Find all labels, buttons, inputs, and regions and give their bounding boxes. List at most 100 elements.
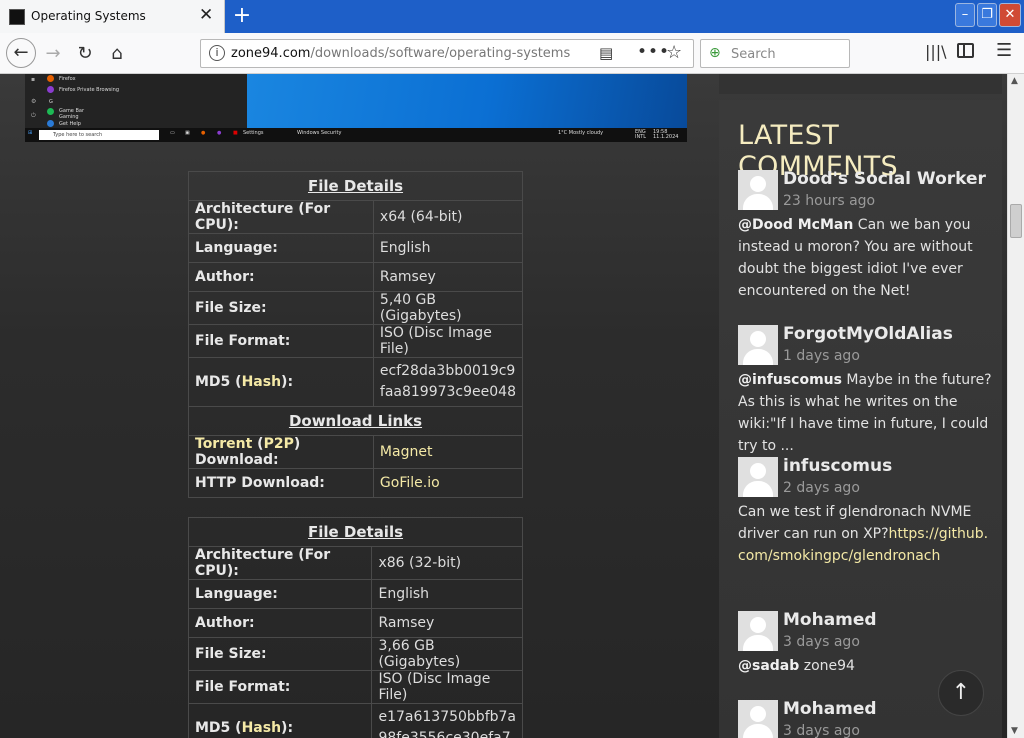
bookmark-star-icon[interactable]: ☆ (666, 42, 682, 63)
shot-explorer-icon: ▣ (185, 130, 190, 136)
torrent-label-text: ( (252, 436, 264, 452)
table-row: File Size: 5,40 GB (Gigabytes) (188, 291, 524, 325)
shot-menu-item: Firefox Private Browsing (59, 87, 120, 93)
shot-security-app: Windows Security (297, 130, 342, 136)
table-row: Language: English (187, 579, 523, 609)
comment-author[interactable]: ForgotMyOldAlias (783, 324, 953, 344)
shot-menu-item: G (49, 99, 53, 105)
scrollbar-thumb[interactable] (1010, 204, 1022, 238)
window-minimize-button[interactable]: – (955, 3, 975, 27)
magnet-link[interactable]: Magnet (380, 444, 433, 460)
scroll-up-arrow-icon[interactable]: ▲ (1011, 76, 1018, 86)
md5-label-text: ): (281, 373, 294, 390)
shot-menu-item: Firefox (59, 76, 76, 82)
window-restore-button[interactable]: ❐ (977, 3, 997, 27)
new-tab-icon[interactable]: + (229, 2, 255, 30)
scroll-down-arrow-icon[interactable]: ▼ (1011, 726, 1018, 736)
row-label: Language: (187, 579, 373, 609)
row-label: Architecture (For CPU): (187, 546, 373, 580)
comment-author[interactable]: infuscomus (783, 456, 892, 476)
sidebar-toggle-icon[interactable] (957, 43, 974, 58)
comment-author[interactable]: Mohamed (783, 610, 877, 630)
md5-label-text: ): (281, 719, 294, 736)
file-details-header: File Details (188, 171, 523, 201)
search-icon: ⊕ (709, 45, 721, 61)
shot-clock: 19:58 11.1.2024 (653, 129, 679, 140)
torrent-label: Torrent (P2P) Download: (188, 435, 374, 469)
row-label: File Size: (187, 637, 373, 671)
row-value: Ramsey (372, 262, 524, 292)
back-arrow-icon[interactable]: ← (6, 38, 36, 68)
comment-author[interactable]: Dood's Social Worker (783, 169, 986, 189)
tab-close-icon[interactable]: ✕ (199, 5, 213, 25)
shot-firefox-icon (47, 75, 54, 82)
page-scrollbar[interactable]: ▲ ▼ (1007, 74, 1024, 738)
table-row: Author: Ramsey (187, 608, 523, 638)
url-domain: zone94.com (231, 46, 311, 61)
gofile-link[interactable]: GoFile.io (380, 475, 440, 491)
row-label: Language: (188, 233, 374, 263)
row-label: File Format: (188, 324, 374, 358)
row-value: Ramsey (371, 608, 523, 638)
address-bar[interactable]: i zone94.com/downloads/software/operatin… (200, 39, 694, 68)
md5-value-line: ecf28da3bb0019c9 (379, 363, 516, 379)
home-icon[interactable]: ⌂ (104, 41, 130, 67)
comment-body[interactable]: Can we test if glendronach NVME driver c… (738, 501, 993, 567)
row-value: x64 (64-bit) (372, 200, 524, 234)
shot-menu-item: Get Help (59, 121, 81, 127)
shot-taskbar-search: Type here to search (39, 130, 159, 140)
md5-value: e17a613750bbfb7a 98fe3556ce30efa7 (371, 703, 523, 738)
shot-taskbar: ⊞ Type here to search ▭ ▣ ● ● ■ Settings… (25, 128, 687, 142)
tab-title: Operating Systems (31, 9, 146, 23)
tab-bar: Operating Systems ✕ + – ❐ ✕ (0, 0, 1024, 33)
sidebar-top-strip (719, 74, 1002, 94)
table-row: File Size: 3,66 GB (Gigabytes) (187, 637, 523, 671)
shot-side-icon: ▪ (31, 76, 36, 83)
avatar (738, 457, 778, 497)
row-value: x86 (32-bit) (371, 546, 523, 580)
shot-weather: 1°C Mostly cloudy (558, 130, 604, 136)
md5-label-highlight: Hash (241, 719, 282, 736)
comment-author[interactable]: Mohamed (783, 699, 877, 719)
browser-tab[interactable]: Operating Systems ✕ (0, 0, 225, 33)
site-info-icon[interactable]: i (209, 45, 225, 61)
http-download-label: HTTP Download: (188, 468, 374, 498)
row-label: Architecture (For CPU): (188, 200, 374, 234)
comment-time: 23 hours ago (783, 193, 876, 209)
window-close-button[interactable]: ✕ (999, 3, 1021, 27)
hamburger-menu-icon[interactable]: ☰ (996, 40, 1012, 61)
table-row: HTTP Download: GoFile.io (188, 468, 524, 498)
search-input[interactable]: Search (731, 47, 776, 62)
comment-body[interactable]: @infuscomus Maybe in the future? As this… (738, 369, 993, 457)
table-row: File Format: ISO (Disc Image File) (187, 670, 523, 704)
reader-view-icon[interactable]: ▤ (599, 44, 613, 62)
shot-start-icon: ⊞ (28, 130, 33, 136)
torrent-label-highlight: Torrent (195, 436, 253, 452)
comment-body[interactable]: @Dood McMan Can we ban you instead u mor… (738, 214, 993, 302)
shot-app-icon: ■ (233, 130, 238, 136)
scroll-to-top-button[interactable]: ↑ (938, 670, 984, 716)
file-details-header: File Details (188, 517, 523, 547)
md5-label-highlight: Hash (241, 373, 282, 390)
comment-time: 2 days ago (783, 480, 860, 496)
md5-value-line: 98fe3556ce30efa7 (378, 730, 511, 738)
md5-label-text: MD5 ( (195, 719, 242, 736)
forward-arrow-icon[interactable]: → (40, 41, 66, 67)
reload-icon[interactable]: ↻ (72, 41, 98, 67)
search-bar[interactable]: ⊕ Search (700, 39, 850, 68)
table-row: Torrent (P2P) Download: Magnet (188, 435, 524, 469)
comment-time: 1 days ago (783, 348, 860, 364)
table-row: MD5 (Hash): ecf28da3bb0019c9 faa819973c9e… (188, 357, 524, 407)
table-row: Author: Ramsey (188, 262, 524, 292)
row-value: ISO (Disc Image File) (371, 670, 523, 704)
avatar (738, 325, 778, 365)
shot-side-icon: ⚙ (31, 98, 37, 105)
table-row: Language: English (188, 233, 524, 263)
library-icon[interactable]: |||\ (925, 42, 947, 61)
url-text[interactable]: zone94.com/downloads/software/operating-… (231, 46, 570, 61)
comment-time: 3 days ago (783, 634, 860, 650)
table-row: Architecture (For CPU): x86 (32-bit) (187, 546, 523, 580)
shot-private-taskbar-icon: ● (217, 130, 222, 136)
torrent-label-highlight: P2P (263, 436, 294, 452)
row-value: 5,40 GB (Gigabytes) (372, 291, 524, 325)
